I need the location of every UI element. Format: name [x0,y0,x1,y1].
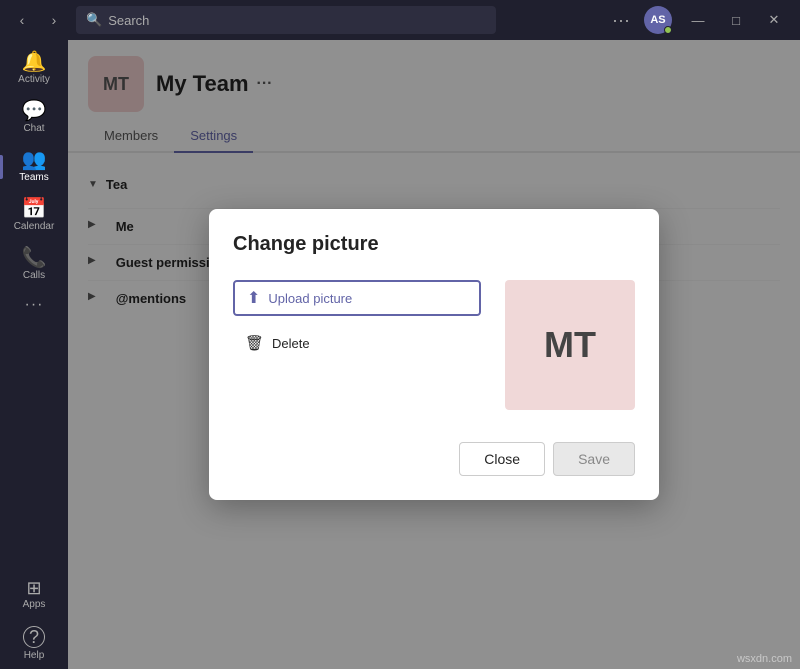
sidebar-label-chat: Chat [23,123,44,134]
window-controls: — □ ✕ [680,6,792,34]
more-options-button[interactable]: ··· [606,6,636,35]
sidebar-item-help[interactable]: ? Help [0,618,68,669]
dialog-body: ⬆ Upload picture 🗑 Delete MT [233,280,635,410]
search-icon: 🔍 [86,12,102,28]
upload-label: Upload picture [268,291,352,306]
change-picture-dialog: Change picture ⬆ Upload picture 🗑 Delete… [209,209,659,500]
title-bar: ‹ › 🔍 Search ··· AS — □ ✕ [0,0,800,40]
sidebar-label-apps: Apps [23,599,46,610]
watermark: wsxdn.com [737,653,792,665]
search-bar[interactable]: 🔍 Search [76,6,496,34]
delete-label: Delete [272,336,310,351]
sidebar-item-calendar[interactable]: 📅 Calendar [0,191,68,240]
more-icon: ··· [25,297,44,313]
sidebar-label-activity: Activity [18,74,50,85]
sidebar-label-calendar: Calendar [14,221,55,232]
upload-icon: ⬆ [247,288,260,308]
status-indicator [664,26,672,34]
sidebar-item-more[interactable]: ··· [0,289,68,321]
calendar-icon: 📅 [22,199,47,219]
delete-picture-button[interactable]: 🗑 Delete [233,328,481,358]
dialog-actions: ⬆ Upload picture 🗑 Delete [233,280,481,358]
dialog-footer: Close Save [233,442,635,476]
search-placeholder: Search [108,13,149,28]
sidebar: 🔔 Activity 💬 Chat 👥 Teams 📅 Calendar 📞 C… [0,40,68,669]
forward-button[interactable]: › [40,6,68,34]
calls-icon: 📞 [22,248,47,268]
user-avatar[interactable]: AS [644,6,672,34]
sidebar-item-teams[interactable]: 👥 Teams [0,142,68,191]
apps-icon: ⊞ [26,579,41,597]
sidebar-label-calls: Calls [23,270,45,281]
help-icon: ? [23,626,45,648]
avatar-initials: AS [650,14,665,26]
close-dialog-button[interactable]: Close [459,442,545,476]
nav-buttons: ‹ › [8,6,68,34]
close-button[interactable]: ✕ [756,6,792,34]
chat-icon: 💬 [22,101,47,121]
dialog-title: Change picture [233,233,635,256]
title-bar-right: ··· AS — □ ✕ [606,6,792,35]
modal-overlay[interactable]: Change picture ⬆ Upload picture 🗑 Delete… [68,40,800,669]
sidebar-item-calls[interactable]: 📞 Calls [0,240,68,289]
delete-icon: 🗑 [245,334,264,352]
team-picture-preview: MT [505,280,635,410]
main-content: MT My Team ··· Members Settings ▼ Tea ▶ … [68,40,800,669]
sidebar-item-chat[interactable]: 💬 Chat [0,93,68,142]
upload-picture-button[interactable]: ⬆ Upload picture [233,280,481,316]
sidebar-label-teams: Teams [19,172,48,183]
sidebar-label-help: Help [24,650,45,661]
maximize-button[interactable]: □ [718,6,754,34]
activity-icon: 🔔 [22,52,47,72]
teams-icon: 👥 [22,150,47,170]
sidebar-item-activity[interactable]: 🔔 Activity [0,44,68,93]
back-button[interactable]: ‹ [8,6,36,34]
minimize-button[interactable]: — [680,6,716,34]
save-button[interactable]: Save [553,442,635,476]
app-body: 🔔 Activity 💬 Chat 👥 Teams 📅 Calendar 📞 C… [0,40,800,669]
sidebar-item-apps[interactable]: ⊞ Apps [0,571,68,618]
